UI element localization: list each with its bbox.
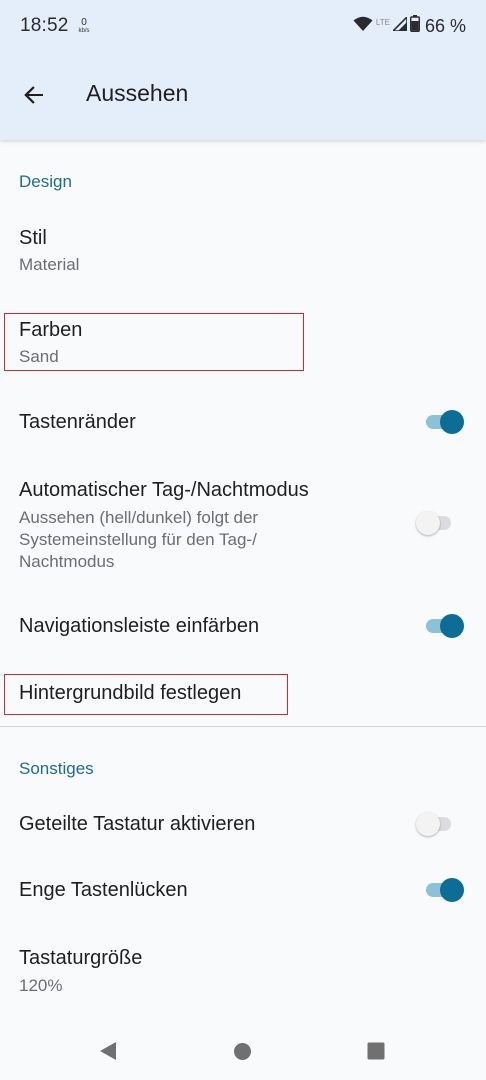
setting-split-keyboard[interactable]: Geteilte Tastatur aktivieren	[0, 794, 486, 854]
battery-icon	[409, 15, 420, 37]
setting-title: Geteilte Tastatur aktivieren	[19, 813, 256, 835]
arrow-back-icon[interactable]	[20, 81, 48, 109]
network-speed-indicator: 0 kb/s	[76, 17, 92, 35]
network-type: LTE	[375, 17, 390, 27]
setting-narrow-key-gaps[interactable]: Enge Tastenlücken	[0, 860, 486, 920]
setting-title: Navigationsleiste einfärben	[19, 615, 260, 637]
setting-value: 120%	[19, 976, 63, 995]
color-nav-bar-toggle[interactable]	[425, 613, 465, 639]
setting-title: Tastenränder	[19, 411, 136, 433]
setting-title: Stil	[19, 227, 47, 249]
setting-title: Enge Tastenlücken	[19, 879, 188, 901]
wifi-icon	[353, 16, 373, 37]
setting-auto-day-night[interactable]: Automatischer Tag-/Nachtmodus Aussehen (…	[0, 468, 486, 578]
highlight-box	[4, 674, 288, 715]
setting-summary: Aussehen (hell/dunkel) folgt der Systeme…	[19, 508, 259, 571]
nav-recents-icon[interactable]	[367, 1042, 385, 1065]
network-speed-value: 0	[81, 17, 87, 28]
status-bar: 18:52 0 kb/s LTE 66 %	[0, 0, 486, 54]
setting-title: Tastaturgröße	[19, 947, 143, 969]
status-time: 18:52	[20, 15, 69, 36]
cell-signal-icon	[391, 14, 408, 36]
key-borders-toggle[interactable]	[425, 409, 465, 435]
section-divider	[0, 726, 486, 727]
page-title: Aussehen	[86, 80, 189, 106]
split-keyboard-toggle[interactable]	[416, 811, 458, 837]
highlight-box	[4, 313, 304, 371]
setting-color-nav-bar[interactable]: Navigationsleiste einfärben	[0, 596, 486, 656]
setting-key-borders[interactable]: Tastenränder	[0, 392, 486, 452]
nav-home-icon[interactable]	[233, 1042, 252, 1066]
app-bar: Aussehen	[0, 54, 486, 140]
system-nav-bar	[0, 1020, 486, 1080]
status-icons: LTE 66 %	[353, 14, 466, 37]
section-header-other: Sonstiges	[19, 759, 94, 778]
setting-title: Automatischer Tag-/Nachtmodus	[19, 479, 309, 501]
auto-day-night-toggle[interactable]	[416, 510, 458, 536]
nav-back-icon[interactable]	[98, 1041, 118, 1066]
battery-percent: 66 %	[424, 15, 466, 36]
setting-style[interactable]: Stil Material	[0, 208, 486, 286]
setting-keyboard-size[interactable]: Tastaturgröße 120%	[0, 928, 486, 1006]
setting-value: Material	[19, 255, 80, 274]
section-header-design: Design	[19, 172, 72, 191]
network-speed-unit: kb/s	[78, 28, 90, 34]
narrow-key-gaps-toggle[interactable]	[425, 877, 465, 903]
